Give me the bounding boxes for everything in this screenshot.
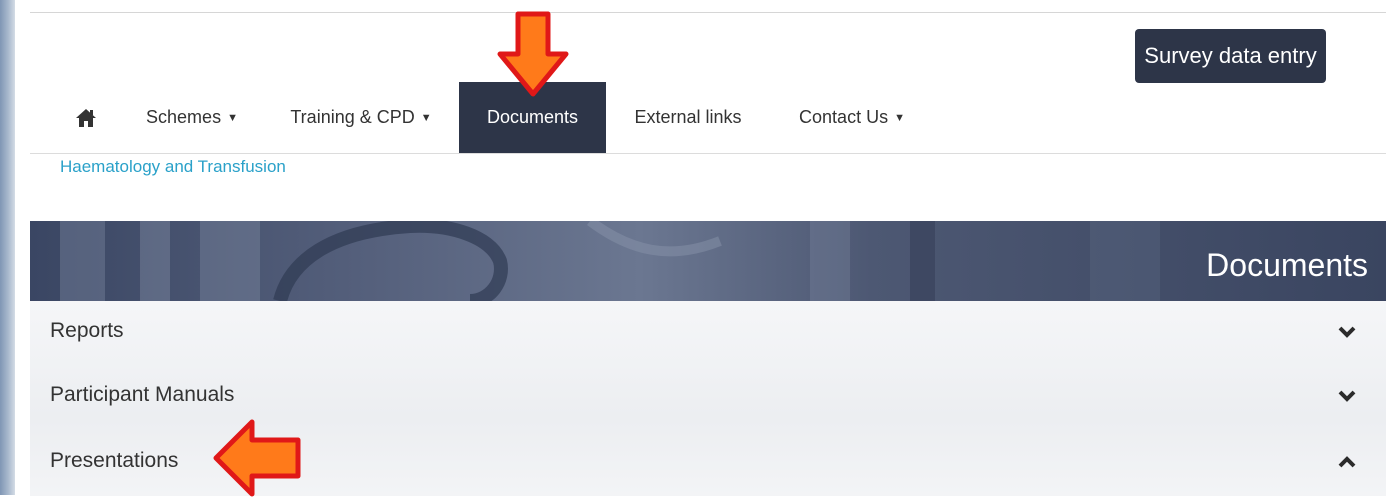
nav-contact-label: Contact Us [799, 107, 889, 127]
caret-down-icon: ▼ [420, 111, 432, 124]
nav-documents-label: Documents [486, 107, 579, 127]
annotation-arrow-left-icon [213, 419, 301, 497]
nav-external-links[interactable]: External links [618, 82, 758, 153]
banner-title: Documents [1206, 247, 1368, 283]
accordion-item-label: Participant Manuals [50, 383, 235, 406]
caret-down-icon: ▼ [227, 111, 238, 124]
annotation-arrow-down-icon [497, 11, 569, 97]
nav-home[interactable] [66, 82, 106, 153]
main-nav: Schemes ▼ Training & CPD ▼ Documents Exter… [30, 82, 1386, 154]
nav-schemes-label: Schemes [146, 107, 222, 127]
browser-side-strip [0, 0, 15, 495]
chevron-up-icon [1338, 456, 1356, 468]
nav-contact-us[interactable]: Contact Us ▼ [782, 82, 922, 153]
chevron-down-icon [1338, 390, 1356, 402]
page-banner: Documents [30, 221, 1386, 301]
accordion-item-label: Presentations [50, 449, 179, 472]
home-icon [76, 108, 96, 127]
chevron-down-icon [1338, 326, 1356, 338]
nav-external-label: External links [634, 107, 742, 127]
nav-schemes[interactable]: Schemes ▼ [132, 82, 252, 153]
brand-subtitle: Haematology and Transfusion [60, 157, 286, 176]
survey-data-entry-button[interactable]: Survey data entry [1135, 29, 1326, 83]
banner-background-image [60, 221, 1160, 301]
nav-training-cpd[interactable]: Training & CPD ▼ [270, 82, 452, 153]
accordion-item-reports[interactable]: Reports [30, 301, 1386, 365]
caret-down-icon: ▼ [894, 111, 905, 124]
accordion-item-label: Reports [50, 319, 124, 342]
nav-training-label: Training & CPD [290, 107, 415, 127]
